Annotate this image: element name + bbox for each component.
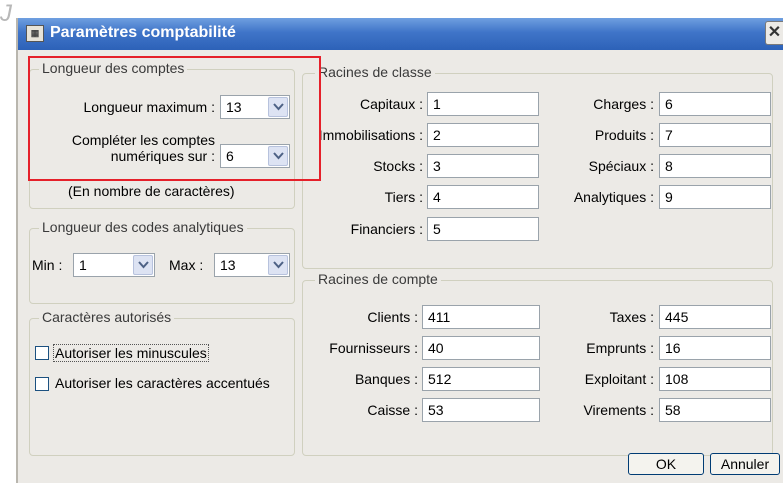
ok-button[interactable]: OK (628, 453, 704, 475)
tiers-input[interactable]: 4 (427, 185, 539, 209)
exploitant-label: Exploitant : (584, 371, 654, 387)
min-select[interactable]: 1 (73, 253, 155, 277)
virements-input[interactable]: 58 (659, 398, 771, 422)
max-label: Max : (169, 257, 204, 273)
chevron-down-icon[interactable] (133, 255, 153, 275)
capitaux-input[interactable]: 1 (427, 92, 539, 116)
virements-label: Virements : (583, 402, 654, 418)
title-bar: ▦ Paramètres comptabilité ✕ (18, 18, 783, 50)
speciaux-input[interactable]: 8 (659, 154, 771, 178)
accentues-label[interactable]: Autoriser les caractères accentués (55, 375, 270, 391)
capitaux-label: Capitaux : (359, 96, 423, 112)
close-icon: ✕ (767, 24, 782, 41)
max-select[interactable]: 13 (214, 253, 290, 277)
caisse-input[interactable]: 53 (422, 398, 540, 422)
group-legend: Longueur des codes analytiques (39, 219, 247, 235)
stocks-label: Stocks : (373, 158, 423, 174)
group-caracteres-autorises: Caractères autorisés Autoriser les minus… (29, 309, 295, 456)
emprunts-input[interactable]: 16 (659, 336, 771, 360)
stocks-input[interactable]: 3 (427, 154, 539, 178)
close-button[interactable]: ✕ (765, 21, 783, 45)
exploitant-input[interactable]: 108 (659, 367, 771, 391)
en-nombre-note: (En nombre de caractères) (68, 183, 235, 199)
minuscules-label[interactable]: Autoriser les minuscules (53, 344, 209, 362)
charges-label: Charges : (593, 96, 654, 112)
accentues-checkbox[interactable] (35, 377, 49, 391)
cancel-button[interactable]: Annuler (710, 453, 780, 475)
window-title: Paramètres comptabilité (50, 24, 236, 41)
analytiques-label: Analytiques : (573, 189, 654, 205)
banques-input[interactable]: 512 (422, 367, 540, 391)
charges-input[interactable]: 6 (659, 92, 771, 116)
immobilisations-input[interactable]: 2 (427, 123, 539, 147)
group-legend: Racines de classe (315, 64, 435, 80)
produits-label: Produits : (594, 127, 654, 143)
chevron-down-icon[interactable] (268, 255, 288, 275)
produits-input[interactable]: 7 (659, 123, 771, 147)
immobilisations-label: Immobilisations : (318, 127, 423, 143)
analytiques-input[interactable]: 9 (659, 185, 771, 209)
group-racines-compte: Racines de compte Clients : 411 Fourniss… (302, 271, 773, 456)
min-label: Min : (32, 257, 63, 273)
clients-label: Clients : (367, 309, 418, 325)
annotation-highlight-box (28, 56, 321, 181)
tiers-label: Tiers : (384, 189, 423, 205)
max-value: 13 (220, 257, 236, 273)
banques-label: Banques : (354, 371, 418, 387)
taxes-input[interactable]: 445 (659, 305, 771, 329)
min-value: 1 (79, 257, 87, 273)
financiers-input[interactable]: 5 (427, 217, 539, 241)
clients-input[interactable]: 411 (422, 305, 540, 329)
fournisseurs-label: Fournisseurs : (329, 340, 418, 356)
app-icon: ▦ (26, 25, 44, 42)
group-legend: Racines de compte (315, 271, 441, 287)
caisse-label: Caisse : (367, 402, 418, 418)
group-legend: Caractères autorisés (39, 309, 175, 325)
group-racines-classe: Racines de classe Capitaux : 1 Immobilis… (302, 64, 773, 269)
speciaux-label: Spéciaux : (588, 158, 654, 174)
minuscules-checkbox[interactable] (35, 346, 49, 360)
financiers-label: Financiers : (350, 221, 423, 237)
taxes-label: Taxes : (609, 309, 654, 325)
group-codes-analytiques: Longueur des codes analytiques Min : 1 M… (29, 219, 295, 304)
emprunts-label: Emprunts : (586, 340, 654, 356)
fournisseurs-input[interactable]: 40 (422, 336, 540, 360)
